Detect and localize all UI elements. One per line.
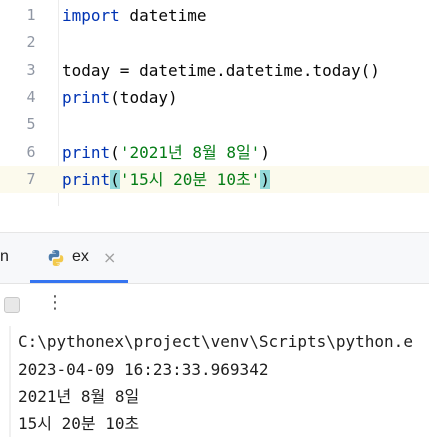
code-text: print(today) — [62, 84, 178, 111]
code-editor[interactable]: 1 import datetime 2 3 today = datetime.datet… — [0, 0, 429, 206]
code-token: ) — [260, 170, 270, 189]
active-tab-indicator — [30, 280, 128, 283]
line-number: 3 — [26, 61, 36, 79]
code-text: import datetime — [62, 2, 207, 29]
run-actions-toolbar: ⋮ — [0, 284, 429, 326]
line-number: 6 — [26, 143, 36, 161]
stop-icon[interactable] — [4, 297, 20, 313]
code-line[interactable]: 4 print(today) — [0, 84, 429, 111]
run-tab-ex[interactable]: ex × — [30, 233, 128, 283]
code-line[interactable]: 3 today = datetime.datetime.today() — [0, 57, 429, 84]
line-number: 1 — [26, 6, 36, 24]
code-token: print — [62, 88, 111, 107]
code-text: today = datetime.datetime.today() — [62, 57, 380, 84]
code-token: ) — [260, 143, 270, 162]
run-panel-title-partial: n — [0, 248, 9, 265]
code-line[interactable]: 1 import datetime — [0, 2, 429, 29]
console-line-datetime: 2023-04-09 16:23:33.969342 — [18, 360, 269, 379]
line-number: 5 — [26, 115, 36, 133]
console-output[interactable]: C:\pythonex\project\venv\Scripts\python.… — [0, 326, 429, 437]
code-token: datetime — [119, 6, 207, 25]
run-tool-window-header: n ex × — [0, 233, 429, 284]
code-token: today = datetime.datetime.today() — [62, 61, 380, 80]
line-number: 4 — [26, 88, 36, 106]
code-token: import — [62, 6, 120, 25]
code-token: (today) — [110, 88, 178, 107]
code-token: print — [62, 170, 111, 189]
code-line[interactable]: 7 print('15시 20분 10초') — [0, 166, 429, 193]
console-gutter — [9, 326, 11, 437]
line-number: 2 — [26, 33, 36, 51]
console-line-time: 15시 20분 10초 — [18, 414, 140, 433]
code-token: ( — [110, 170, 120, 189]
code-line[interactable]: 6 print('2021년 8월 8일') — [0, 139, 429, 166]
line-number: 7 — [26, 170, 36, 188]
console-line-date: 2021년 8월 8일 — [18, 387, 140, 406]
code-line[interactable]: 5 — [0, 111, 429, 138]
code-text: print('15시 20분 10초') — [62, 166, 270, 193]
code-token: '15시 20분 10초' — [119, 170, 261, 189]
python-icon — [48, 250, 64, 266]
code-token: ( — [110, 143, 120, 162]
console-line-command: C:\pythonex\project\venv\Scripts\python.… — [18, 332, 413, 351]
close-icon[interactable]: × — [103, 248, 116, 267]
more-actions-icon[interactable]: ⋮ — [46, 293, 64, 313]
code-token: '2021년 8월 8일' — [119, 143, 261, 162]
code-token: print — [62, 143, 111, 162]
code-line[interactable]: 2 — [0, 29, 429, 56]
code-text: print('2021년 8월 8일') — [62, 139, 270, 166]
run-tab-label: ex — [72, 248, 89, 265]
